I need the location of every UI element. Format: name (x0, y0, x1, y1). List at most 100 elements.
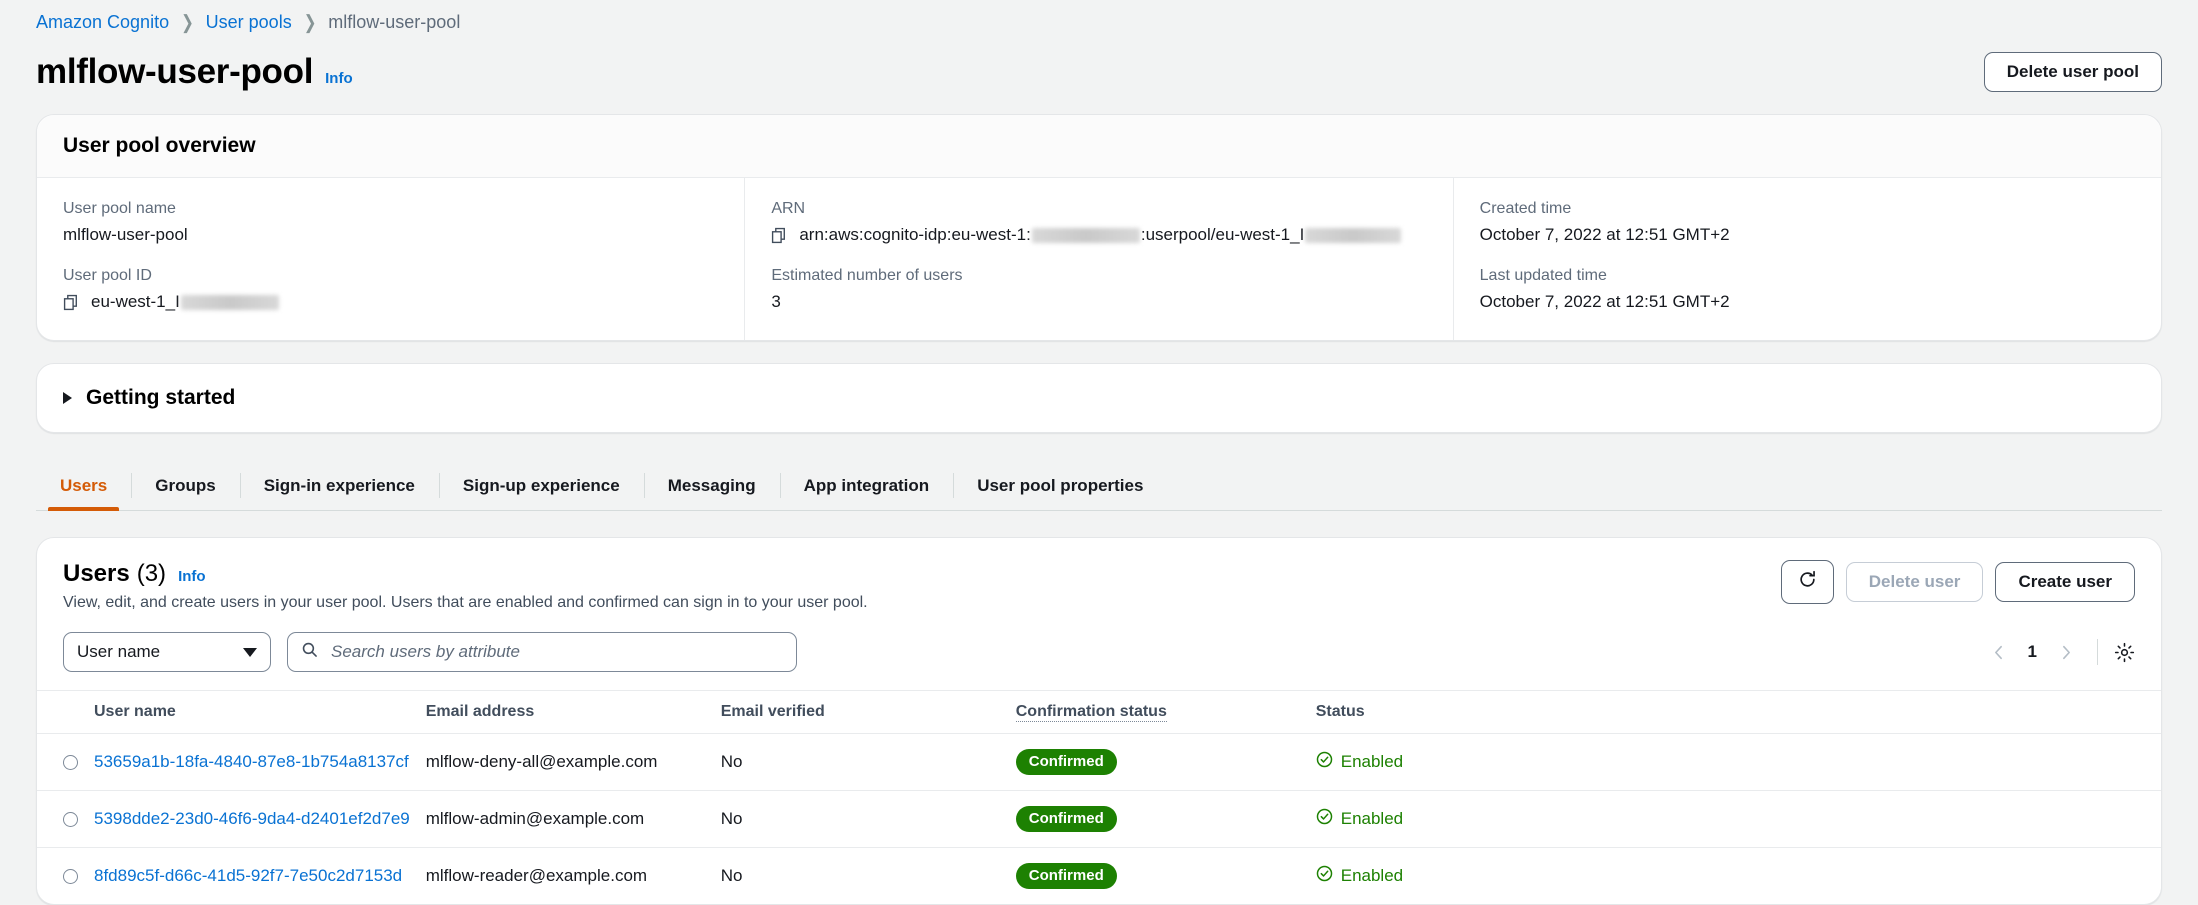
user-pool-id-redacted (181, 295, 279, 310)
overview-column-2: ARN arn:aws:cognito-idp:eu-west-1: :user… (744, 178, 1452, 340)
cell-email-verified: No (721, 848, 1016, 905)
tab-bar: Users Groups Sign-in experience Sign-up … (36, 461, 2162, 511)
breadcrumb: Amazon Cognito ❯ User pools ❯ mlflow-use… (36, 0, 2162, 44)
users-table-head: User name Email address Email verified C… (37, 691, 2161, 734)
breadcrumb-separator-icon: ❯ (304, 11, 317, 34)
refresh-icon (1798, 570, 1817, 594)
row-radio-button[interactable] (63, 812, 78, 827)
table-row[interactable]: 53659a1b-18fa-4840-87e8-1b754a8137cf mlf… (37, 734, 2161, 791)
status-text: Enabled (1341, 752, 1403, 772)
created-time-value: October 7, 2022 at 12:51 GMT+2 (1480, 225, 2135, 245)
users-table-body: 53659a1b-18fa-4840-87e8-1b754a8137cf mlf… (37, 734, 2161, 905)
cell-status: Enabled (1316, 848, 2161, 905)
tab-messaging[interactable]: Messaging (644, 461, 780, 510)
tab-sign-in-experience[interactable]: Sign-in experience (240, 461, 439, 510)
field-estimated-users: Estimated number of users 3 (771, 267, 1426, 312)
estimated-users-value: 3 (771, 292, 1426, 312)
cell-email-address: mlflow-deny-all@example.com (426, 734, 721, 791)
delete-user-pool-button[interactable]: Delete user pool (1984, 52, 2162, 92)
tab-app-integration[interactable]: App integration (780, 461, 954, 510)
overview-column-3: Created time October 7, 2022 at 12:51 GM… (1453, 178, 2161, 340)
cell-email-address: mlflow-reader@example.com (426, 848, 721, 905)
column-header-status[interactable]: Status (1316, 691, 2161, 734)
users-panel-header: Users (3) Info View, edit, and create us… (37, 538, 2161, 626)
pagination-prev-button[interactable] (1984, 637, 2014, 667)
cell-user-name: 5398dde2-23d0-46f6-9da4-d2401ef2d7e9 (94, 791, 426, 848)
user-pool-id-label: User pool ID (63, 267, 718, 285)
overview-card-header: User pool overview (37, 115, 2161, 178)
users-table: User name Email address Email verified C… (37, 690, 2161, 904)
copy-icon[interactable] (63, 294, 80, 311)
arn-label: ARN (771, 200, 1426, 218)
tab-user-pool-properties[interactable]: User pool properties (953, 461, 1167, 510)
column-header-user-name[interactable]: User name (94, 691, 426, 734)
user-name-link[interactable]: 8fd89c5f-d66c-41d5-92f7-7e50c2d7153d (94, 866, 402, 885)
breadcrumb-item-amazon-cognito[interactable]: Amazon Cognito (36, 12, 169, 33)
page-title-info-link[interactable]: Info (325, 70, 353, 87)
users-description: View, edit, and create users in your use… (63, 594, 868, 612)
tab-groups[interactable]: Groups (131, 461, 239, 510)
cell-email-verified: No (721, 734, 1016, 791)
overview-card-title: User pool overview (63, 134, 2135, 158)
users-header-text: Users (3) Info View, edit, and create us… (63, 560, 868, 612)
row-radio-button[interactable] (63, 755, 78, 770)
cell-email-address: mlflow-admin@example.com (426, 791, 721, 848)
created-time-label: Created time (1480, 200, 2135, 218)
check-circle-icon (1316, 865, 1333, 887)
column-header-email-verified[interactable]: Email verified (721, 691, 1016, 734)
status-enabled-indicator: Enabled (1316, 865, 1403, 887)
status-text: Enabled (1341, 809, 1403, 829)
cell-user-name: 53659a1b-18fa-4840-87e8-1b754a8137cf (94, 734, 426, 791)
attribute-filter-select[interactable]: User name (63, 632, 271, 672)
page-root: Amazon Cognito ❯ User pools ❯ mlflow-use… (0, 0, 2198, 905)
column-header-email-address[interactable]: Email address (426, 691, 721, 734)
search-input[interactable] (329, 641, 783, 663)
status-badge: Confirmed (1016, 806, 1117, 832)
users-panel: Users (3) Info View, edit, and create us… (36, 537, 2162, 905)
column-header-confirmation-status[interactable]: Confirmation status (1016, 691, 1316, 734)
breadcrumb-item-user-pools[interactable]: User pools (206, 12, 292, 33)
cell-email-verified: No (721, 791, 1016, 848)
pagination-page-number[interactable]: 1 (2018, 642, 2047, 662)
check-circle-icon (1316, 751, 1333, 773)
copy-icon[interactable] (771, 227, 788, 244)
arn-account-redacted (1032, 228, 1140, 243)
user-name-link[interactable]: 53659a1b-18fa-4840-87e8-1b754a8137cf (94, 752, 409, 771)
users-filter-row: User name (37, 626, 2161, 690)
row-radio-button[interactable] (63, 869, 78, 884)
create-user-button[interactable]: Create user (1995, 562, 2135, 602)
field-last-updated-time: Last updated time October 7, 2022 at 12:… (1480, 267, 2135, 312)
users-title-group: Users (3) Info (63, 560, 868, 588)
cell-confirmation-status: Confirmed (1016, 791, 1316, 848)
cell-status: Enabled (1316, 734, 2161, 791)
check-circle-icon (1316, 808, 1333, 830)
tab-users[interactable]: Users (36, 461, 131, 510)
users-title: Users (63, 560, 130, 588)
delete-user-button[interactable]: Delete user (1846, 562, 1984, 602)
table-header-row: User name Email address Email verified C… (37, 691, 2161, 734)
chevron-right-icon[interactable] (63, 392, 72, 404)
user-pool-name-label: User pool name (63, 200, 718, 218)
table-row[interactable]: 8fd89c5f-d66c-41d5-92f7-7e50c2d7153d mlf… (37, 848, 2161, 905)
overview-card-body: User pool name mlflow-user-pool User poo… (37, 178, 2161, 340)
status-text: Enabled (1341, 866, 1403, 886)
cell-confirmation-status: Confirmed (1016, 734, 1316, 791)
attribute-filter-value: User name (77, 642, 160, 662)
table-row[interactable]: 5398dde2-23d0-46f6-9da4-d2401ef2d7e9 mlf… (37, 791, 2161, 848)
last-updated-value: October 7, 2022 at 12:51 GMT+2 (1480, 292, 2135, 312)
pagination-divider (2097, 639, 2098, 665)
gear-icon[interactable] (2114, 642, 2135, 663)
cell-status: Enabled (1316, 791, 2161, 848)
arn-value-row: arn:aws:cognito-idp:eu-west-1: :userpool… (771, 225, 1426, 245)
getting-started-section[interactable]: Getting started (36, 363, 2162, 433)
pagination-next-button[interactable] (2051, 637, 2081, 667)
search-users-box[interactable] (287, 632, 797, 672)
tab-sign-up-experience[interactable]: Sign-up experience (439, 461, 644, 510)
refresh-button[interactable] (1781, 560, 1834, 604)
users-info-link[interactable]: Info (178, 568, 206, 585)
arn-pool-redacted (1305, 228, 1401, 243)
row-select-cell (37, 734, 94, 791)
page-header: mlflow-user-pool Info Delete user pool (36, 44, 2162, 114)
user-name-link[interactable]: 5398dde2-23d0-46f6-9da4-d2401ef2d7e9 (94, 809, 410, 828)
user-pool-id-value-row: eu-west-1_I (63, 292, 718, 312)
